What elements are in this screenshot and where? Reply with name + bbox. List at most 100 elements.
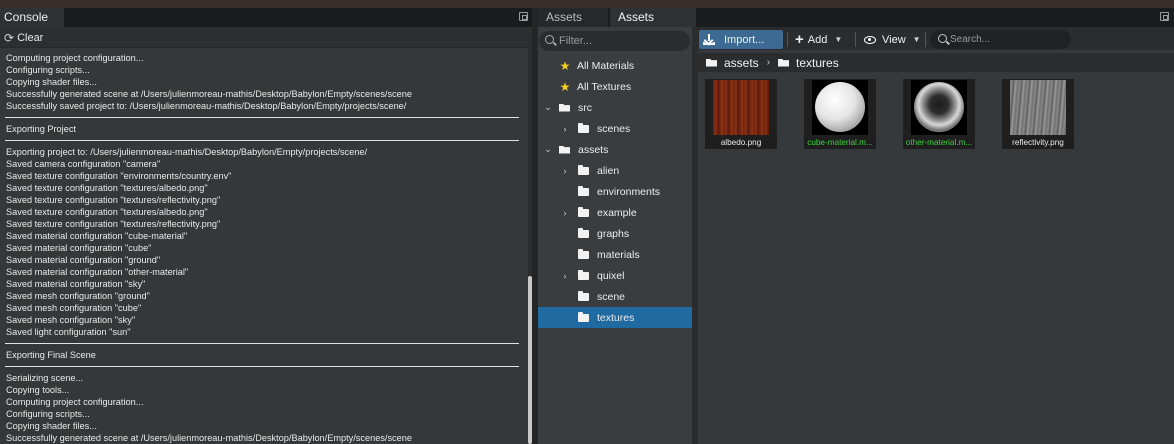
folder-icon [578, 311, 589, 322]
log-line: Copying shader files... [6, 77, 97, 87]
tree-item-textures[interactable]: textures [538, 307, 692, 328]
log-line: Saved light configuration "sun" [6, 327, 131, 337]
chevron-right-icon[interactable]: › [560, 166, 570, 176]
download-icon [703, 34, 715, 45]
log-line: Saved mesh configuration "cube" [6, 303, 142, 313]
log-separator [5, 140, 519, 141]
log-line: Exporting project to: /Users/julienmorea… [6, 147, 368, 157]
log-line: Saved material configuration "ground" [6, 255, 161, 265]
clear-button[interactable]: ⟳ Clear [2, 29, 45, 46]
log-group-final: Serializing scene... Copying tools... Co… [6, 372, 526, 444]
log-line: Saved mesh configuration "sky" [6, 315, 136, 325]
import-button[interactable]: Import... [699, 30, 783, 49]
folder-icon [578, 248, 589, 259]
log-line: Configuring scripts... [6, 65, 90, 75]
tree-item-all-materials[interactable]: ★ All Materials [538, 55, 692, 76]
add-button[interactable]: + Add ▼ [791, 30, 846, 49]
search-input[interactable] [950, 32, 1065, 47]
tree-item-alien[interactable]: › alien [538, 160, 692, 181]
clear-label: Clear [17, 31, 44, 44]
view-button[interactable]: View ▼ [860, 30, 925, 49]
log-separator [5, 343, 519, 344]
console-log[interactable]: Computing project configuration... Confi… [0, 48, 526, 444]
breadcrumb-item-textures[interactable]: textures [796, 56, 839, 70]
tree-item-scene[interactable]: scene [538, 286, 692, 307]
log-line: Serializing scene... [6, 373, 84, 383]
star-icon: ★ [559, 58, 571, 73]
asset-name: other-material.m... [903, 137, 975, 149]
breadcrumb: assets › textures [698, 53, 1174, 72]
refresh-icon: ⟳ [4, 30, 15, 45]
log-line: Computing project configuration... [6, 397, 144, 407]
chevron-right-icon: › [766, 57, 771, 68]
folder-icon [578, 164, 589, 175]
tree-item-assets[interactable]: ⌄ assets [538, 139, 692, 160]
chevron-down-icon[interactable]: ⌄ [543, 144, 553, 155]
tree-item-environments[interactable]: environments [538, 181, 692, 202]
folder-icon [578, 206, 589, 217]
chevron-down-icon: ▼ [912, 35, 921, 44]
tab-assets[interactable]: Assets [538, 8, 608, 27]
maximize-icon[interactable] [519, 12, 528, 21]
chevron-right-icon[interactable]: › [560, 208, 570, 218]
log-line: Saved material configuration "cube-mater… [6, 231, 188, 241]
toolbar-divider [925, 32, 926, 47]
tree-item-label: example [597, 206, 637, 219]
asset-tile-reflectivity[interactable]: reflectivity.png [1002, 79, 1074, 150]
folder-icon [578, 269, 589, 280]
console-panel: Console ⟳ Clear Computing project config… [0, 8, 532, 444]
tree-item-scenes[interactable]: › scenes [538, 118, 692, 139]
log-line: Saved texture configuration "textures/re… [6, 195, 221, 205]
filter-input[interactable] [559, 33, 683, 49]
tree-item-materials[interactable]: materials [538, 244, 692, 265]
assets-toolbar: Import... + Add ▼ View ▼ [698, 27, 1174, 50]
asset-tile-cube-material[interactable]: cube-material.m... [804, 79, 876, 150]
folder-icon [578, 290, 589, 301]
tree-item-quixel[interactable]: › quixel [538, 265, 692, 286]
chevron-down-icon[interactable]: ⌄ [543, 102, 553, 113]
asset-tile-albedo[interactable]: albedo.png [705, 79, 777, 150]
tree-item-graphs[interactable]: graphs [538, 223, 692, 244]
log-line: Copying shader files... [6, 421, 97, 431]
asset-grid: albedo.png cube-material.m... other-mate… [698, 76, 1174, 156]
thumbnail [804, 79, 876, 137]
assets-tab-bar: Assets Assets Browser [538, 8, 1174, 43]
breadcrumb-item-assets[interactable]: assets [724, 56, 759, 70]
chrome-sphere-thumbnail [911, 80, 967, 135]
log-group-project: Exporting project to: /Users/julienmorea… [6, 146, 526, 338]
chevron-right-icon[interactable]: › [560, 124, 570, 134]
asset-name: cube-material.m... [804, 137, 876, 149]
folder-icon [578, 227, 589, 238]
asset-name: reflectivity.png [1002, 137, 1074, 149]
wood-texture-thumbnail [713, 80, 769, 135]
folder-open-icon [559, 145, 570, 154]
log-line: Saved camera configuration "camera" [6, 159, 161, 169]
log-line: Saved material configuration "cube" [6, 243, 152, 253]
folder-icon [578, 185, 589, 196]
log-line: Saved texture configuration "textures/al… [6, 183, 208, 193]
log-heading-final: Exporting Final Scene [6, 350, 96, 360]
star-icon: ★ [559, 79, 571, 94]
tree-item-all-textures[interactable]: ★ All Textures [538, 76, 692, 97]
log-line: Saved mesh configuration "ground" [6, 291, 150, 301]
console-toolbar: ⟳ Clear [0, 27, 532, 48]
log-line: Successfully generated scene at /Users/j… [6, 89, 412, 99]
tree-item-label: All Textures [577, 80, 632, 93]
tab-console[interactable]: Console [0, 8, 64, 27]
asset-tile-other-material[interactable]: other-material.m... [903, 79, 975, 150]
log-line: Saved texture configuration "textures/re… [6, 219, 221, 229]
tree-item-src[interactable]: ⌄ src [538, 97, 692, 118]
tree-item-label: environments [597, 185, 661, 198]
thumbnail [903, 79, 975, 137]
log-separator [5, 117, 519, 118]
maximize-icon[interactable] [1160, 12, 1169, 21]
log-line: Saved texture configuration "textures/al… [6, 207, 208, 217]
tree-item-label: quixel [597, 269, 625, 282]
tab-assets-browser[interactable]: Assets Browser [610, 8, 696, 43]
log-line: Successfully saved project to: /Users/ju… [6, 101, 407, 111]
eye-icon [864, 35, 876, 44]
search-icon [545, 35, 554, 44]
tree-item-label: materials [597, 248, 640, 261]
chevron-right-icon[interactable]: › [560, 271, 570, 281]
tree-item-example[interactable]: › example [538, 202, 692, 223]
